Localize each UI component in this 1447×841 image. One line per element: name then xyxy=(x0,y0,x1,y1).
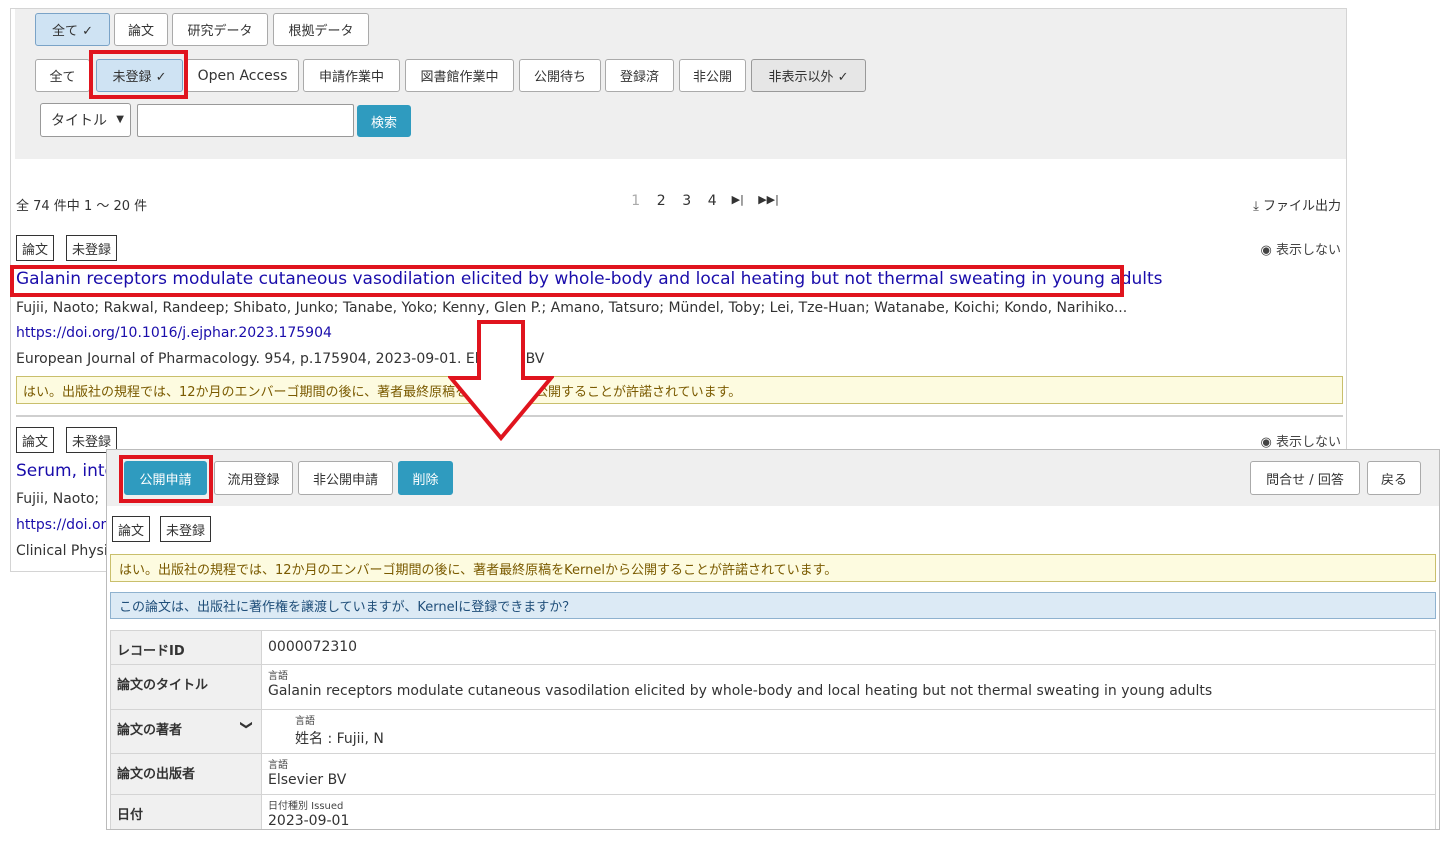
table-row: 論文の出版者 言語 Elsevier BV xyxy=(110,753,1436,795)
next-page-icon[interactable]: ▶| xyxy=(725,193,751,209)
file-export-label: ファイル出力 xyxy=(1262,199,1341,214)
table-row: レコードID 0000072310 xyxy=(110,630,1436,665)
row-value: 2023-09-01 xyxy=(268,813,350,829)
record-detail-window: 公開申請 流用登録 非公開申請 削除 問合せ / 回答 戻る 論文 未登録 はい… xyxy=(106,449,1440,830)
search-input[interactable] xyxy=(137,104,354,137)
result-count: 全 74 件中 1 ～ 20 件 xyxy=(16,199,148,214)
page-4[interactable]: 4 xyxy=(700,193,726,209)
filter-status-library-working[interactable]: 図書館作業中 xyxy=(405,59,514,92)
search-field-select[interactable]: タイトル ▼ xyxy=(40,103,131,137)
delete-button[interactable]: 削除 xyxy=(398,461,453,495)
record-journal: Clinical Physic xyxy=(16,543,116,559)
language-label: 言語 xyxy=(268,671,288,682)
row-key: 日付 xyxy=(110,794,262,829)
chevron-down-icon: ▼ xyxy=(116,114,124,125)
filter-status-registered[interactable]: 登録済 xyxy=(605,59,674,92)
filter-status-open-access[interactable]: Open Access xyxy=(186,59,299,92)
filter-status-all[interactable]: 全て xyxy=(35,59,90,92)
row-value: Galanin receptors modulate cutaneous vas… xyxy=(268,683,1213,699)
language-label: 言語 xyxy=(268,760,288,771)
row-key: 論文のタイトル xyxy=(110,664,262,710)
filter-status-not-hidden[interactable]: 非表示以外 ✓ xyxy=(751,59,866,92)
detail-tag-type: 論文 xyxy=(112,516,151,542)
eye-slash-icon: ◉ xyxy=(1260,243,1272,258)
table-row: 日付 日付種別 Issued 2023-09-01 xyxy=(110,794,1436,829)
file-export-link[interactable]: ⤓ ファイル出力 xyxy=(1253,195,1341,214)
hide-record-link[interactable]: ◉ 表示しない xyxy=(1261,239,1342,258)
chevron-down-icon[interactable]: ❯ xyxy=(240,720,254,730)
record-doi-link[interactable]: https://doi.or xyxy=(16,517,106,533)
record-policy-alert: はい。出版社の規程では、12か月のエンバーゴ期間の後に、著者最終原稿をKerne… xyxy=(16,376,1343,404)
record-title-link[interactable]: Serum, inte xyxy=(16,461,115,481)
row-value-cell: 言語 Galanin receptors modulate cutaneous … xyxy=(261,664,1436,710)
filter-type-paper[interactable]: 論文 xyxy=(114,13,168,46)
search-field-select-value: タイトル xyxy=(51,113,107,129)
private-request-button[interactable]: 非公開申請 xyxy=(298,461,393,495)
last-page-icon[interactable]: ▶▶| xyxy=(751,193,787,209)
record-authors: Fujii, Naoto; xyxy=(16,491,100,507)
back-button[interactable]: 戻る xyxy=(1367,461,1421,495)
hide-record-label: 表示しない xyxy=(1275,435,1341,450)
transition-arrow-icon xyxy=(448,320,554,442)
filter-status-waiting-publish[interactable]: 公開待ち xyxy=(519,59,601,92)
download-icon: ⤓ xyxy=(1253,199,1259,214)
table-row: 論文のタイトル 言語 Galanin receptors modulate cu… xyxy=(110,664,1436,710)
highlight-box-unregistered xyxy=(89,50,188,99)
record-tag-type: 論文 xyxy=(16,427,55,453)
page-1[interactable]: 1 xyxy=(623,193,649,209)
record-divider xyxy=(16,415,1343,417)
record-authors: Fujii, Naoto; Rakwal, Randeep; Shibato, … xyxy=(16,300,1128,316)
row-value-cell: 言語 姓名 : Fujii, N xyxy=(261,709,1436,754)
record-doi-link[interactable]: https://doi.org/10.1016/j.ejphar.2023.17… xyxy=(16,325,332,341)
detail-toolbar: 公開申請 流用登録 非公開申請 削除 問合せ / 回答 戻る xyxy=(107,450,1439,506)
row-value-cell: 日付種別 Issued 2023-09-01 xyxy=(261,794,1436,829)
row-key: レコードID xyxy=(110,630,262,665)
reuse-register-button[interactable]: 流用登録 xyxy=(214,461,293,495)
detail-question-alert: この論文は、出版社に著作権を譲渡していますが、Kernelに登録できますか？ xyxy=(110,592,1436,619)
page-3[interactable]: 3 xyxy=(674,193,700,209)
pagination: 1 2 3 4 ▶| ▶▶| xyxy=(623,193,787,209)
filter-status-applying[interactable]: 申請作業中 xyxy=(303,59,400,92)
record-detail-table: レコードID 0000072310 論文のタイトル 言語 Galanin rec… xyxy=(110,630,1436,829)
row-key: 論文の出版者 xyxy=(110,753,262,795)
highlight-box-publish xyxy=(119,455,213,503)
highlight-box-title xyxy=(10,265,1124,297)
eye-slash-icon: ◉ xyxy=(1260,435,1272,450)
filter-status-private[interactable]: 非公開 xyxy=(679,59,746,92)
filter-type-research-data[interactable]: 研究データ xyxy=(172,13,268,46)
filter-type-evidence-data[interactable]: 根拠データ xyxy=(273,13,369,46)
filter-type-all[interactable]: 全て ✓ xyxy=(35,13,110,46)
row-value-cell: 言語 Elsevier BV xyxy=(261,753,1436,795)
page-2[interactable]: 2 xyxy=(649,193,675,209)
row-value: Elsevier BV xyxy=(268,772,347,788)
row-key: 論文の著者 xyxy=(117,723,183,738)
date-type-label: 日付種別 Issued xyxy=(268,801,344,812)
row-key-cell: 論文の著者 ❯ xyxy=(110,709,262,754)
record-tag-type: 論文 xyxy=(16,235,55,261)
row-value: 0000072310 xyxy=(261,630,1436,665)
row-value: 姓名 : Fujii, N xyxy=(295,731,384,747)
filter-panel: 全て ✓ 論文 研究データ 根拠データ 全て 未登録 ✓ Open Access… xyxy=(15,9,1346,159)
hide-record-link[interactable]: ◉ 表示しない xyxy=(1261,431,1342,450)
inquiry-button[interactable]: 問合せ / 回答 xyxy=(1250,461,1360,495)
detail-policy-alert: はい。出版社の規程では、12か月のエンバーゴ期間の後に、著者最終原稿をKerne… xyxy=(110,554,1436,582)
search-button[interactable]: 検索 xyxy=(357,105,411,137)
language-label: 言語 xyxy=(295,716,315,727)
detail-tag-status: 未登録 xyxy=(160,516,212,542)
hide-record-label: 表示しない xyxy=(1275,243,1341,258)
record-tag-status: 未登録 xyxy=(66,235,118,261)
table-row: 論文の著者 ❯ 言語 姓名 : Fujii, N xyxy=(110,709,1436,754)
